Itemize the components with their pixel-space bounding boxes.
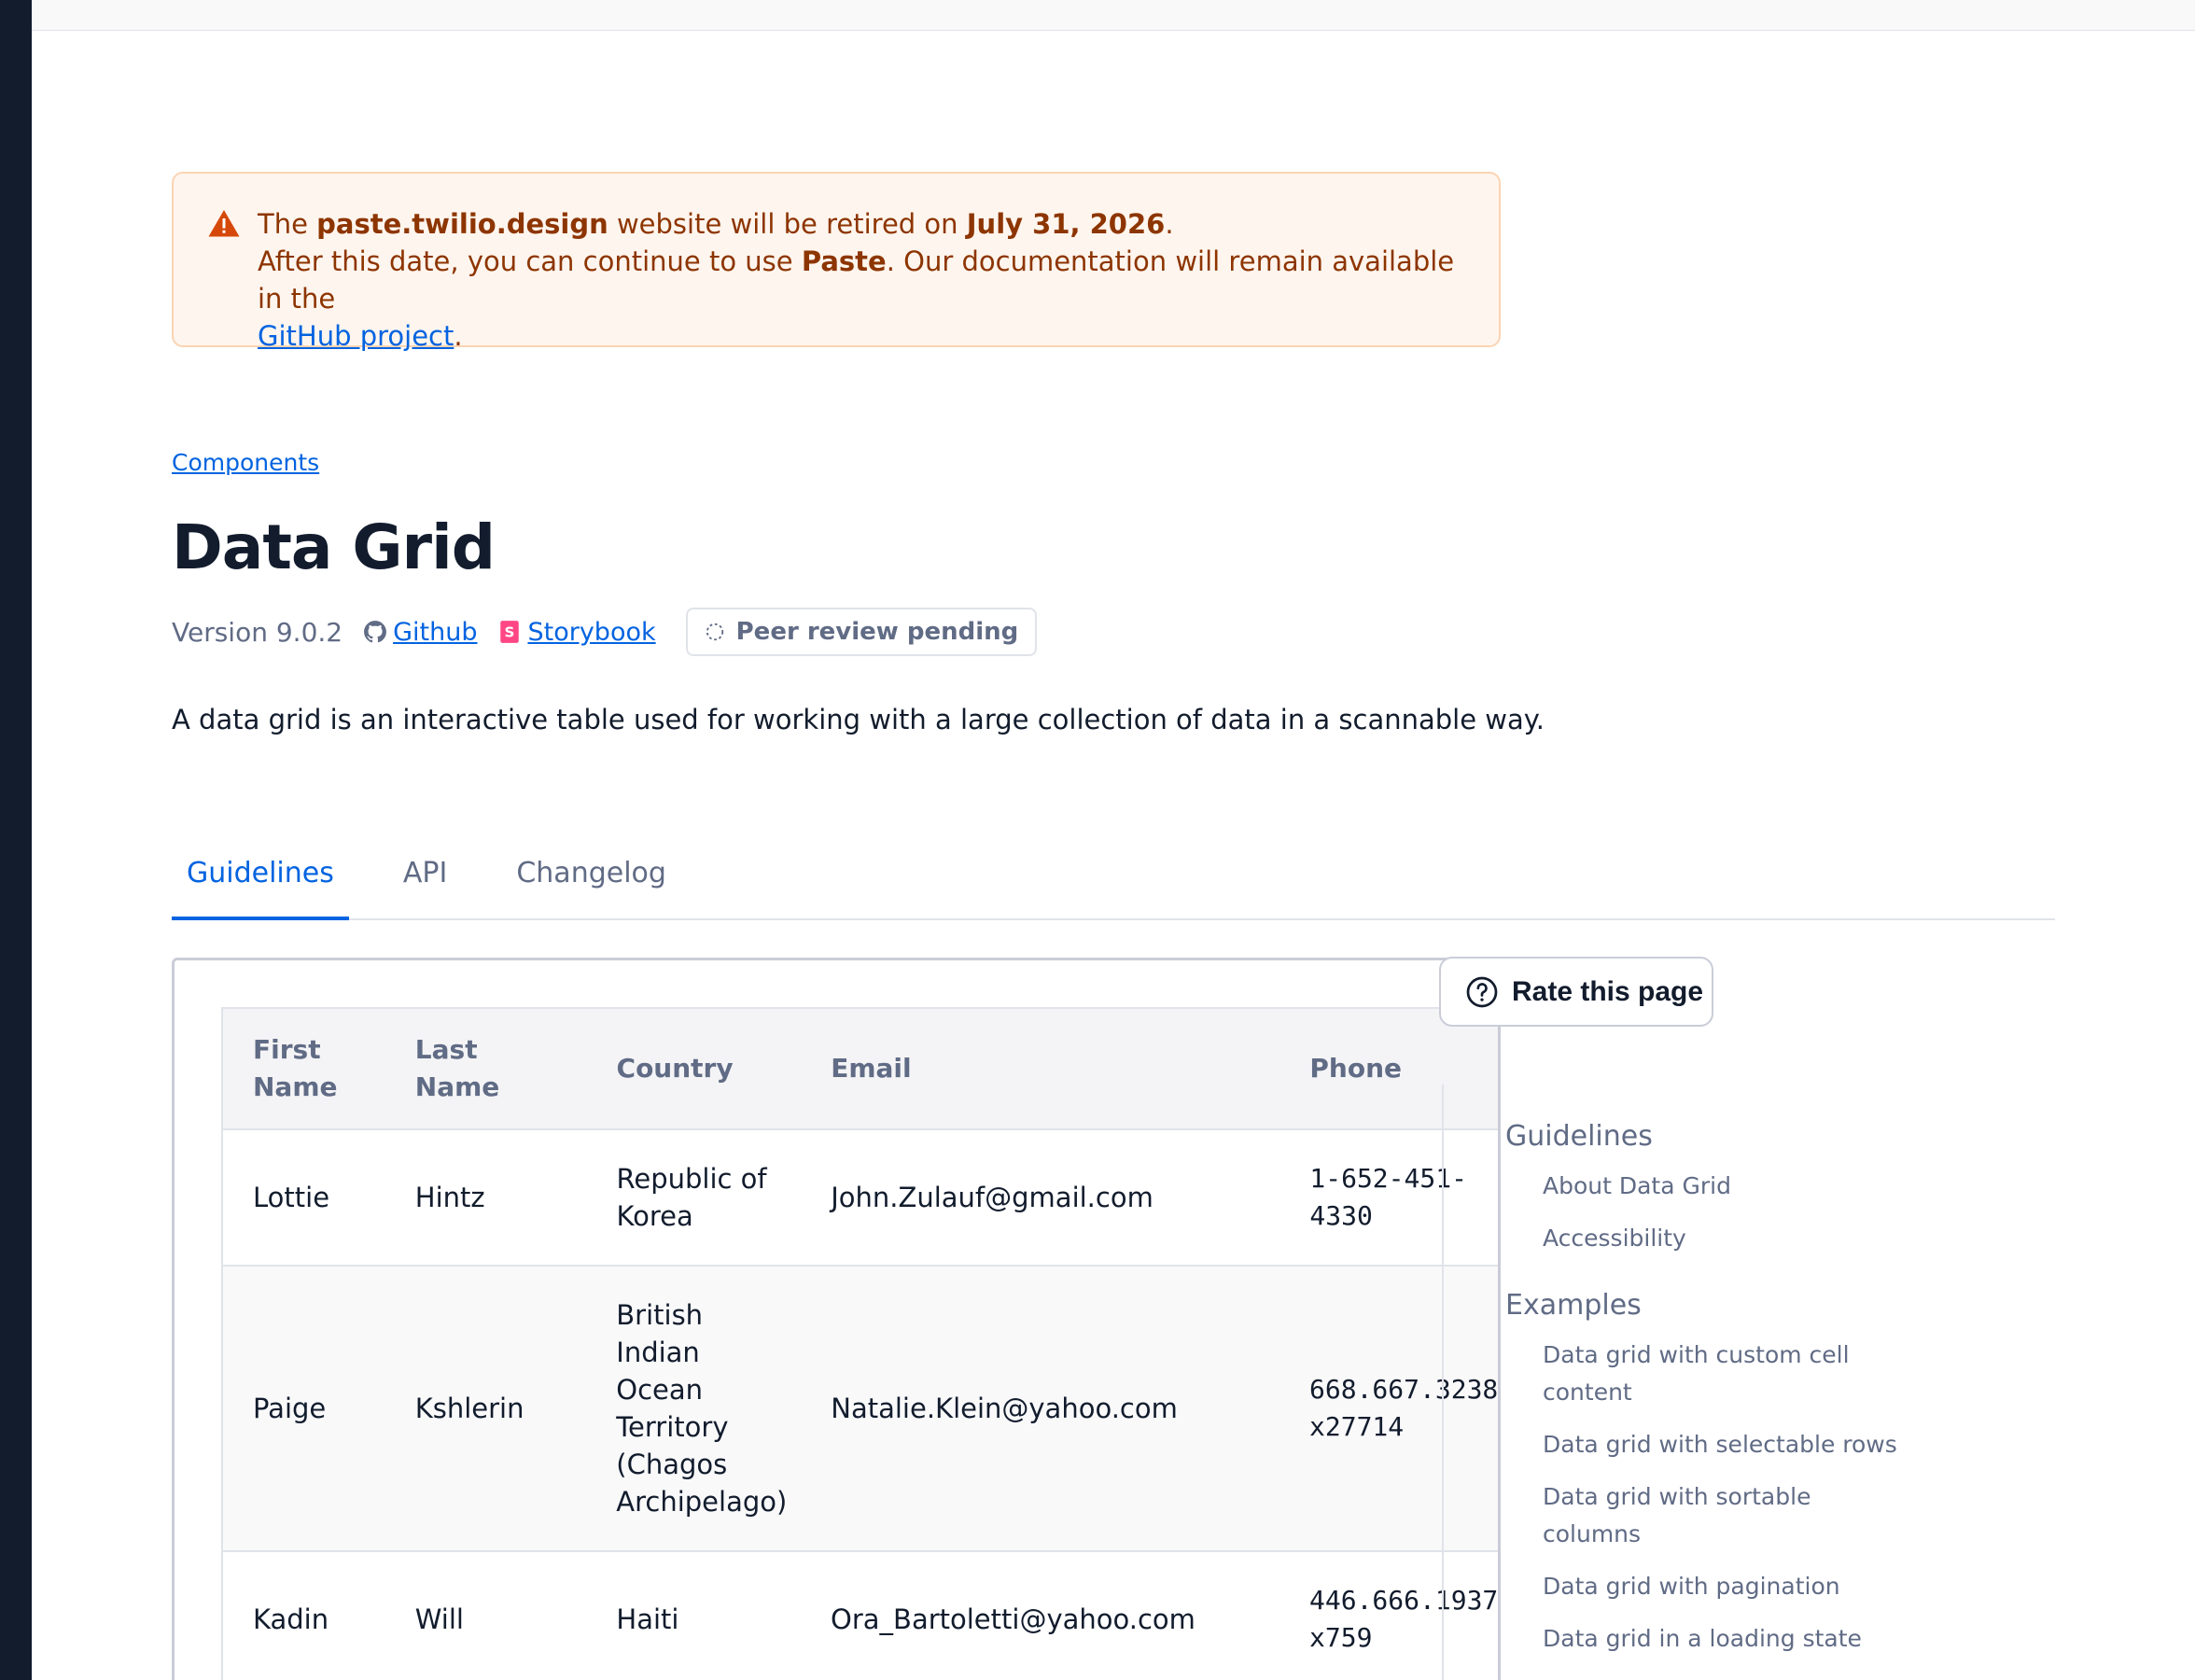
meta-row: Version 9.0.2 Github S Storybook Peer re… xyxy=(172,608,1038,656)
banner-product: Paste xyxy=(801,245,887,277)
banner-date: July 31, 2026 xyxy=(966,208,1166,240)
column-header-email[interactable]: Email xyxy=(801,1050,1279,1087)
table-row[interactable]: Kadin Will Haiti Ora_Bartoletti@yahoo.co… xyxy=(223,1552,1498,1680)
column-header-country[interactable]: Country xyxy=(587,1050,802,1087)
github-icon xyxy=(364,621,387,643)
top-bar xyxy=(32,0,2195,31)
tab-list: Guidelines API Changelog xyxy=(172,840,2055,920)
toc-section-examples[interactable]: Examples xyxy=(1505,1289,1890,1322)
storybook-link[interactable]: S Storybook xyxy=(497,618,656,647)
table-row[interactable]: Paige Kshlerin British Indian Ocean Terr… xyxy=(223,1267,1498,1552)
toc-item-sortable-columns[interactable]: Data grid with sortable columns xyxy=(1505,1478,1916,1553)
column-header-first-name[interactable]: First Name xyxy=(223,1031,385,1106)
peer-review-badge: Peer review pending xyxy=(685,608,1038,656)
data-grid[interactable]: First Name Last Name Country Email Phone… xyxy=(221,1007,1498,1680)
storybook-icon: S xyxy=(500,621,520,643)
grid-cell[interactable]: Will xyxy=(385,1601,587,1638)
grid-cell[interactable]: Natalie.Klein@yahoo.com xyxy=(801,1390,1279,1427)
grid-cell[interactable]: Ora_Bartoletti@yahoo.com xyxy=(801,1601,1279,1638)
toc-item-accessibility[interactable]: Accessibility xyxy=(1505,1220,1916,1257)
grid-cell[interactable]: Hintz xyxy=(385,1179,587,1216)
grid-cell[interactable]: Paige xyxy=(223,1390,385,1427)
grid-header-row: First Name Last Name Country Email Phone xyxy=(223,1009,1498,1130)
version-label: Version 9.0.2 xyxy=(172,616,343,648)
svg-text:S: S xyxy=(505,623,515,640)
retirement-banner: The paste.twilio.design website will be … xyxy=(172,172,1501,352)
grid-cell[interactable]: Haiti xyxy=(586,1601,801,1638)
toc-section-guidelines[interactable]: Guidelines xyxy=(1505,1120,1890,1153)
page-title: Data Grid xyxy=(172,511,496,583)
column-header-last-name[interactable]: Last Name xyxy=(385,1031,587,1106)
grid-cell[interactable]: Kadin xyxy=(223,1601,385,1638)
rate-page-button[interactable]: Rate this page xyxy=(1439,957,1713,1027)
github-project-link[interactable]: GitHub project xyxy=(258,320,454,352)
toc-item-custom-cell[interactable]: Data grid with custom cell content xyxy=(1505,1337,1916,1411)
tab-changelog[interactable]: Changelog xyxy=(501,840,681,920)
toc-item-loading-state[interactable]: Data grid in a loading state xyxy=(1505,1620,1916,1658)
toc-item-layouts[interactable]: Layouts xyxy=(1505,1673,1916,1680)
banner-text: The paste.twilio.design website will be … xyxy=(258,208,1455,352)
toc-item-pagination[interactable]: Data grid with pagination xyxy=(1505,1568,1916,1605)
left-rail xyxy=(0,0,32,1680)
example-card: First Name Last Name Country Email Phone… xyxy=(172,958,1501,1680)
table-row[interactable]: Lottie Hintz Republic of Korea John.Zula… xyxy=(223,1130,1498,1267)
toc-item-selectable-rows[interactable]: Data grid with selectable rows xyxy=(1505,1426,1916,1463)
pending-icon xyxy=(706,623,723,641)
grid-cell[interactable]: Lottie xyxy=(223,1179,385,1216)
column-header-phone[interactable]: Phone xyxy=(1279,1050,1498,1087)
grid-cell[interactable]: British Indian Ocean Territory (Chagos A… xyxy=(586,1296,801,1520)
breadcrumb-components[interactable]: Components xyxy=(172,449,319,476)
table-of-contents: Guidelines About Data Grid Accessibility… xyxy=(1442,1085,1897,1680)
grid-cell[interactable]: Republic of Korea xyxy=(587,1160,802,1235)
page-description: A data grid is an interactive table used… xyxy=(172,704,1545,735)
help-icon xyxy=(1466,976,1498,1007)
toc-item-about[interactable]: About Data Grid xyxy=(1505,1168,1916,1205)
tab-guidelines[interactable]: Guidelines xyxy=(172,840,349,920)
tab-api[interactable]: API xyxy=(388,840,462,920)
grid-cell[interactable]: John.Zulauf@gmail.com xyxy=(801,1179,1279,1216)
warning-icon xyxy=(208,210,240,237)
grid-cell[interactable]: Kshlerin xyxy=(385,1390,587,1427)
banner-site: paste.twilio.design xyxy=(316,208,608,240)
github-link[interactable]: Github xyxy=(363,618,477,647)
